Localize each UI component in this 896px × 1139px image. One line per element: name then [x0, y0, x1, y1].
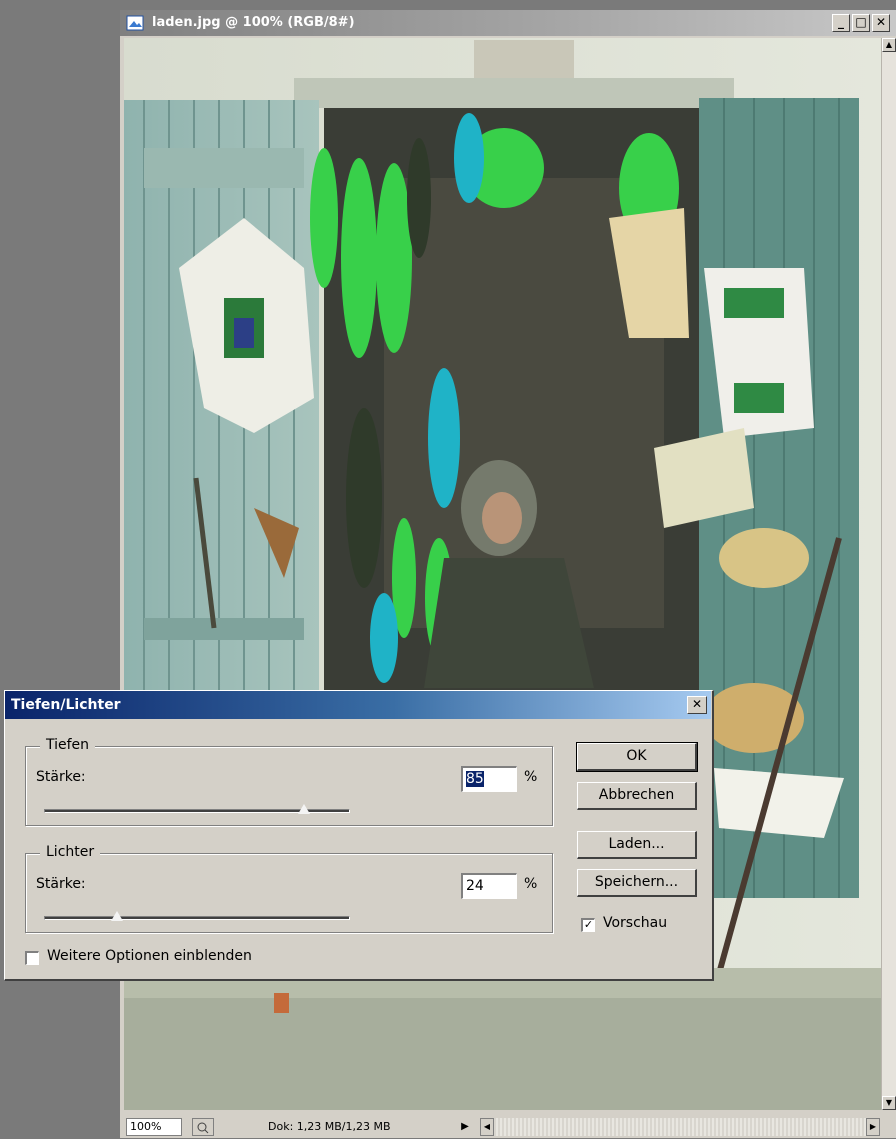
shadows-percent-unit: % [524, 769, 538, 785]
scroll-down-arrow-icon[interactable]: ▼ [882, 1096, 896, 1110]
preview-checkbox[interactable]: ✓ [581, 918, 595, 932]
shadows-amount-value: 85 [466, 771, 484, 787]
maximize-button[interactable]: □ [852, 14, 870, 32]
scroll-left-arrow-icon[interactable]: ◀ [480, 1118, 494, 1136]
zoom-level-field[interactable]: 100% [126, 1118, 182, 1136]
vertical-scrollbar[interactable]: ▲ ▼ [881, 38, 896, 1110]
highlights-amount-label: Stärke: [36, 876, 86, 892]
minimize-button[interactable]: _ [832, 14, 850, 32]
zoom-options-icon[interactable] [192, 1118, 214, 1136]
highlights-amount-input[interactable]: 24 [461, 873, 517, 899]
shadows-amount-label: Stärke: [36, 769, 86, 785]
document-titlebar[interactable]: laden.jpg @ 100% (RGB/8#) _ □ ✕ [120, 10, 896, 36]
close-button[interactable]: ✕ [872, 14, 890, 32]
status-bar: 100% Dok: 1,23 MB/1,23 MB ▶ ◀ ▶ [120, 1110, 896, 1138]
shadows-highlights-dialog: Tiefen/Lichter ✕ Tiefen Stärke: 85 % Lic… [4, 690, 714, 981]
scroll-up-arrow-icon[interactable]: ▲ [882, 38, 896, 52]
more-options-label[interactable]: Weitere Optionen einblenden [47, 948, 252, 964]
preview-label[interactable]: Vorschau [603, 915, 667, 931]
ok-button[interactable]: OK [576, 742, 698, 772]
dialog-titlebar[interactable]: Tiefen/Lichter ✕ [5, 691, 711, 719]
highlights-group: Lichter Stärke: 24 % [25, 844, 553, 933]
highlights-group-label: Lichter [40, 844, 101, 860]
shadows-group: Tiefen Stärke: 85 % [25, 737, 553, 826]
highlights-slider-track[interactable] [44, 916, 350, 920]
highlights-slider-thumb[interactable] [111, 911, 124, 921]
save-button[interactable]: Speichern... [577, 869, 697, 897]
scroll-right-arrow-icon[interactable]: ▶ [866, 1118, 880, 1136]
photoshop-document-icon [126, 15, 144, 31]
shadows-slider-thumb[interactable] [298, 804, 311, 814]
highlights-percent-unit: % [524, 876, 538, 892]
shadows-amount-input[interactable]: 85 [461, 766, 517, 792]
document-size-info: Dok: 1,23 MB/1,23 MB [268, 1120, 391, 1133]
more-options-checkbox[interactable] [25, 951, 39, 965]
shadows-group-label: Tiefen [40, 737, 96, 753]
dialog-close-button[interactable]: ✕ [687, 696, 707, 714]
status-menu-arrow-icon[interactable]: ▶ [456, 1118, 474, 1136]
dialog-title: Tiefen/Lichter [11, 697, 121, 713]
document-title: laden.jpg @ 100% (RGB/8#) [152, 15, 355, 30]
cancel-button[interactable]: Abbrechen [577, 782, 697, 810]
load-button[interactable]: Laden... [577, 831, 697, 859]
horizontal-scrollbar[interactable]: ◀ ▶ [480, 1118, 880, 1136]
